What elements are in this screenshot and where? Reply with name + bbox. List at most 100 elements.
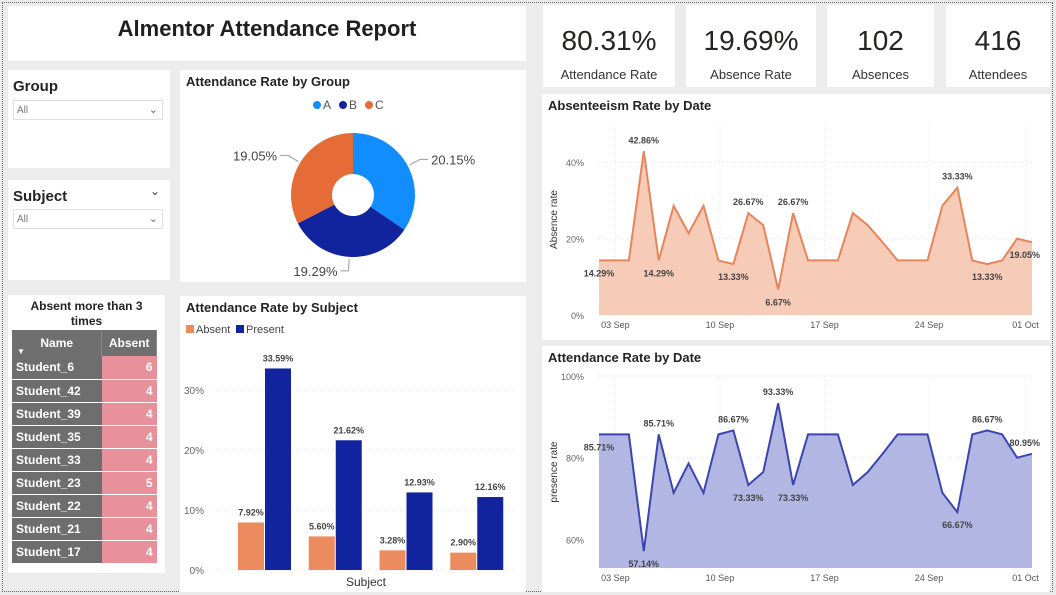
bar-data-label: 12.93% xyxy=(404,477,435,487)
kpi-label: Absence Rate xyxy=(710,67,792,82)
bar-data-label: 12.16% xyxy=(475,482,506,492)
title-card: Almentor Attendance Report xyxy=(8,6,526,61)
y-axis-label: presence rate xyxy=(549,441,560,503)
bar xyxy=(265,368,291,570)
point-data-label: 66.67% xyxy=(942,520,973,530)
y-tick-label: 10% xyxy=(184,506,204,517)
absenteeism-area-chart[interactable]: 0%20%40%03 Sep 10 Sep 17 Sep 24 Sep 01 OctAb… xyxy=(542,94,1050,340)
bar xyxy=(308,536,335,570)
chevron-down-icon: ⌄ xyxy=(148,213,158,225)
attendance-area-chart[interactable]: 60% 80% 100% 03 Sep 10 Sep 17 Sep 24 Sep 01 Oct… xyxy=(542,346,1050,592)
bar xyxy=(450,552,477,570)
kpi-absence-rate[interactable]: 19.69% Absence Rate xyxy=(686,5,816,87)
table-row[interactable]: Student_42 4 xyxy=(12,379,157,403)
chevron-down-icon: ⌄ xyxy=(148,104,158,116)
kpi-value: 102 xyxy=(857,25,904,56)
legend-marker xyxy=(236,325,244,333)
y-tick-label: 20% xyxy=(566,235,584,245)
point-data-label: 93.33% xyxy=(763,387,794,397)
subject-dropdown[interactable]: All ⌄ xyxy=(13,209,163,229)
bar-data-label: 5.60% xyxy=(309,521,335,531)
point-data-label: 86.67% xyxy=(718,414,749,424)
student-name-cell: Student_42 xyxy=(12,379,102,403)
y-tick-label: 20% xyxy=(184,446,204,457)
point-data-label: 6.67% xyxy=(765,298,791,308)
legend-marker xyxy=(365,101,373,109)
point-data-label: 33.33% xyxy=(942,172,973,182)
student-name-cell: Student_17 xyxy=(12,540,102,564)
table-row[interactable]: Student_21 4 xyxy=(12,517,157,541)
x-tick-label: 10 Sep xyxy=(706,320,735,330)
bar-data-label: 21.62% xyxy=(333,425,364,435)
bar-data-label: 3.28% xyxy=(380,535,406,545)
point-data-label: 42.86% xyxy=(629,135,660,145)
bar xyxy=(477,497,504,570)
x-tick-label: 24 Sep xyxy=(915,573,944,583)
absent-count-cell: 4 xyxy=(101,425,157,449)
student-name-cell: Student_6 xyxy=(12,356,102,380)
table-row[interactable]: Student_33 4 xyxy=(12,448,157,472)
y-tick-label: 0% xyxy=(571,311,584,321)
kpi-attendees[interactable]: 416 Attendees xyxy=(946,5,1050,87)
table-row[interactable]: Student_39 4 xyxy=(12,402,157,426)
column-header-absent[interactable]: Absent xyxy=(101,330,157,356)
pie-data-label: 20.15% xyxy=(431,152,476,167)
group-dropdown[interactable]: All ⌄ xyxy=(13,100,163,120)
absent-count-cell: 5 xyxy=(101,471,157,495)
x-tick-label: 01 Oct xyxy=(1012,573,1039,583)
bar xyxy=(238,522,264,570)
attendance-line-card: Attendance Rate by Date 60% 80% 100% 03 Sep… xyxy=(542,346,1050,592)
pie-data-label: 19.05% xyxy=(233,148,278,163)
sort-desc-icon[interactable]: ▼ xyxy=(17,347,25,356)
kpi-absences[interactable]: 102 Absences xyxy=(827,5,934,87)
student-name-cell: Student_21 xyxy=(12,517,102,541)
kpi-label: Attendees xyxy=(968,67,1028,82)
chevron-down-icon[interactable]: ⌄ xyxy=(150,184,160,198)
point-data-label: 13.33% xyxy=(972,272,1003,282)
point-data-label: 73.33% xyxy=(778,493,809,503)
legend-label: Present xyxy=(246,324,284,336)
slicer-title: Subject xyxy=(13,188,68,205)
bar xyxy=(406,492,433,570)
absent-table: Name Absent Student_6 6 Student_42 4 Student… xyxy=(12,330,157,564)
kpi-attendance-rate[interactable]: 80.31% Attendance Rate xyxy=(543,5,675,87)
absent-count-cell: 4 xyxy=(101,379,157,403)
subject-bar-chart[interactable]: Absent Present 0% 10% 20% 30% 7.92% 33.59% 5.60%… xyxy=(180,296,526,592)
pie-leader-line xyxy=(409,158,429,166)
table-row[interactable]: Student_17 4 xyxy=(12,540,157,564)
table-row[interactable]: Student_23 5 xyxy=(12,471,157,495)
point-data-label: 86.67% xyxy=(972,414,1003,424)
absent-count-cell: 4 xyxy=(101,494,157,518)
student-name-cell: Student_33 xyxy=(12,448,102,472)
table-title: Absent more than 3 times xyxy=(30,299,143,328)
pie-slice xyxy=(291,133,353,224)
bar xyxy=(379,550,406,570)
group-pie-chart[interactable]: A B C 20.15% 19.29% 19.05% xyxy=(180,70,526,282)
point-data-label: 19.05% xyxy=(1009,250,1040,260)
subject-bar-card: Attendance Rate by Subject Absent Present… xyxy=(180,296,526,592)
absent-count-cell: 4 xyxy=(101,540,157,564)
y-tick-label: 80% xyxy=(566,454,584,464)
point-data-label: 85.71% xyxy=(643,418,674,428)
bar-data-label: 33.59% xyxy=(263,353,294,363)
bar-data-label: 2.90% xyxy=(450,538,476,548)
slicer-title: Group xyxy=(13,78,58,95)
x-tick-label: 24 Sep xyxy=(915,320,944,330)
legend-marker xyxy=(186,325,194,333)
legend-label: C xyxy=(375,98,384,112)
y-tick-label: 0% xyxy=(190,566,205,577)
point-data-label: 80.95% xyxy=(1009,438,1040,448)
kpi-label: Absences xyxy=(851,67,910,82)
point-data-label: 57.14% xyxy=(629,559,660,569)
kpi-value: 416 xyxy=(974,25,1022,56)
x-axis-label: Subject xyxy=(346,575,387,589)
kpi-value: 19.69% xyxy=(703,25,799,56)
bar-data-label: 7.92% xyxy=(238,507,264,517)
legend-label: B xyxy=(349,98,357,112)
table-row[interactable]: Student_22 4 xyxy=(12,494,157,518)
point-data-label: 26.67% xyxy=(733,197,764,207)
table-row[interactable]: Student_35 4 xyxy=(12,425,157,449)
column-header-name[interactable]: Name xyxy=(12,330,103,356)
table-row[interactable]: Student_6 6 xyxy=(12,356,157,380)
student-name-cell: Student_35 xyxy=(12,425,102,449)
